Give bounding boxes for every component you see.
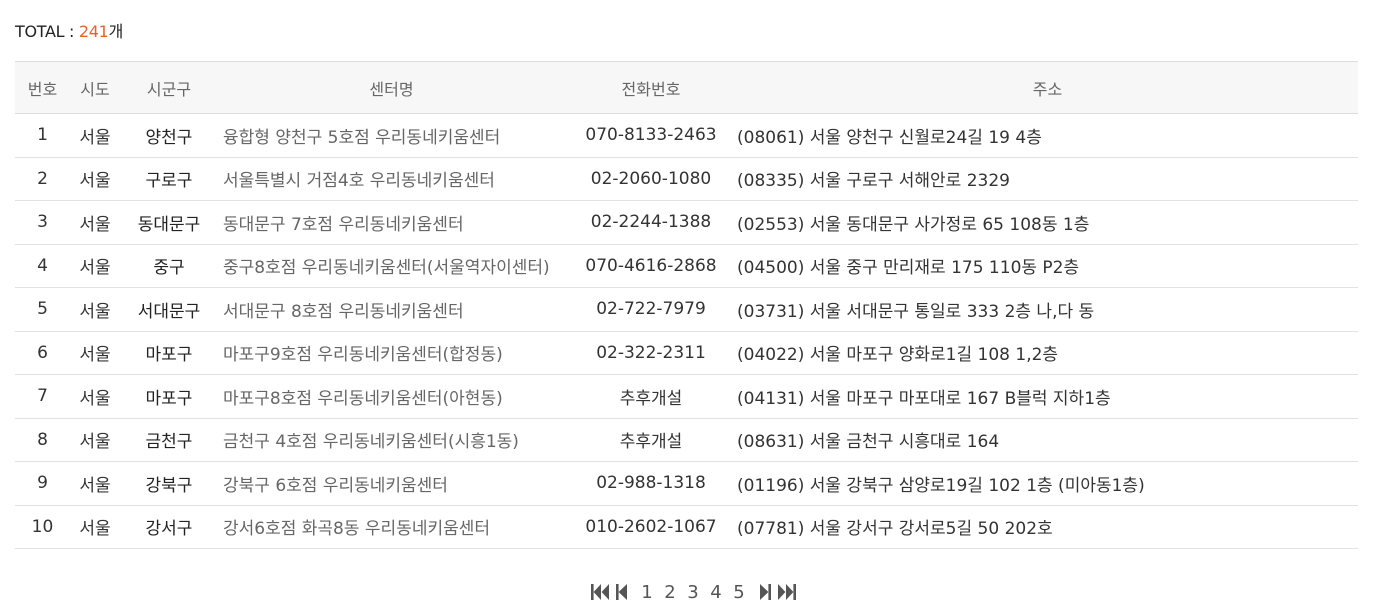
- last-page-icon[interactable]: [775, 580, 797, 604]
- cell-no: 5: [37, 299, 48, 320]
- cell-sigungu: 금천구: [145, 432, 193, 453]
- table-row[interactable]: 5 서울 서대문구 서대문구 8호점 우리동네키움센터 02-722-7979 (0373…: [15, 288, 1358, 331]
- cell-address: (04500) 서울 중구 만리재로 175 110동 P2층: [737, 258, 1080, 279]
- cell-sigungu: 동대문구: [137, 214, 201, 235]
- cell-address: (01196) 서울 강북구 삼양로19길 102 1층 (미아동1층): [737, 475, 1145, 496]
- table-row[interactable]: 9 서울 강북구 강북구 6호점 우리동네키움센터 02-988-1318 (01196)…: [15, 462, 1358, 505]
- header-sido: 시도: [80, 79, 110, 99]
- cell-address: (08631) 서울 금천구 시흥대로 164: [737, 432, 1000, 453]
- cell-sigungu: 강서구: [145, 519, 193, 540]
- cell-no: 3: [37, 212, 48, 233]
- cell-sido: 서울: [79, 171, 111, 192]
- cell-center-name: 융합형 양천구 5호점 우리동네키움센터: [223, 127, 501, 148]
- cell-sigungu: 구로구: [145, 171, 193, 192]
- header-center-name: 센터명: [369, 79, 414, 99]
- cell-phone: 02-2244-1388: [590, 212, 712, 233]
- cell-center-name: 마포구9호점 우리동네키움센터(합정동): [223, 345, 503, 366]
- page: TOTAL : 241개 번호 시도 시군구 센터명 전화번호 주소 1 서울 양천…: [0, 0, 1386, 614]
- cell-sido: 서울: [79, 214, 111, 235]
- cell-no: 10: [31, 516, 54, 537]
- cell-address: (08335) 서울 구로구 서해안로 2329: [737, 171, 1010, 192]
- page-number-3[interactable]: 3: [682, 582, 705, 603]
- total-count: TOTAL : 241개: [15, 18, 123, 42]
- cell-sido: 서울: [79, 519, 111, 540]
- next-page-icon[interactable]: [755, 580, 775, 604]
- table-row[interactable]: 6 서울 마포구 마포구9호점 우리동네키움센터(합정동) 02-322-2311 (04…: [15, 331, 1358, 375]
- cell-no: 2: [37, 168, 48, 189]
- cell-sido: 서울: [79, 301, 111, 322]
- cell-address: (07781) 서울 강서구 강서로5길 50 202호: [737, 519, 1053, 540]
- page-number-5[interactable]: 5: [728, 582, 751, 603]
- cell-phone: 02-322-2311: [596, 342, 706, 363]
- cell-phone: 070-8133-2463: [585, 125, 717, 146]
- cell-phone: 010-2602-1067: [585, 516, 717, 537]
- cell-sigungu: 마포구: [145, 388, 193, 409]
- cell-address: (04022) 서울 마포구 양화로1길 108 1,2층: [737, 345, 1059, 366]
- cell-address: (03731) 서울 서대문구 통일로 333 2층 나,다 동: [737, 301, 1095, 322]
- cell-no: 4: [37, 255, 48, 276]
- page-number-list: 12345: [636, 582, 751, 603]
- header-address: 주소: [1032, 79, 1063, 99]
- cell-phone: 02-2060-1080: [590, 168, 712, 189]
- cell-sido: 서울: [79, 388, 111, 409]
- cell-phone: 070-4616-2868: [585, 255, 717, 276]
- table-row[interactable]: 3 서울 동대문구 동대문구 7호점 우리동네키움센터 02-2244-1388 (025…: [15, 201, 1358, 244]
- cell-sido: 서울: [79, 258, 111, 279]
- cell-center-name: 중구8호점 우리동네키움센터(서울역자이센터): [223, 258, 550, 279]
- cell-no: 7: [37, 386, 48, 407]
- cell-phone: 02-722-7979: [596, 299, 706, 320]
- cell-sido: 서울: [79, 475, 111, 496]
- total-label: TOTAL :: [15, 22, 79, 41]
- page-number-1[interactable]: 1: [636, 582, 659, 603]
- pagination: 12345: [0, 578, 1386, 606]
- header-sigungu: 시군구: [146, 79, 192, 99]
- cell-sido: 서울: [79, 432, 111, 453]
- cell-sigungu: 중구: [153, 258, 185, 279]
- cell-sigungu: 서대문구: [137, 301, 201, 322]
- table-row[interactable]: 8 서울 금천구 금천구 4호점 우리동네키움센터(시흥1동) 추후개설 (08631) …: [15, 418, 1358, 462]
- prev-page-icon[interactable]: [612, 580, 632, 604]
- cell-address: (02553) 서울 동대문구 사가정로 65 108동 1층: [737, 214, 1090, 235]
- cell-sigungu: 마포구: [145, 345, 193, 366]
- cell-no: 1: [37, 125, 48, 146]
- cell-center-name: 서대문구 8호점 우리동네키움센터: [223, 301, 464, 322]
- cell-center-name: 강서6호점 화곡8동 우리동네키움센터: [223, 519, 491, 540]
- total-unit: 개: [108, 22, 124, 41]
- center-table: 번호 시도 시군구 센터명 전화번호 주소 1 서울 양천구 융합형 양천구 5호점 …: [15, 61, 1358, 549]
- cell-phone: 추후개설: [619, 388, 683, 409]
- cell-center-name: 금천구 4호점 우리동네키움센터(시흥1동): [223, 432, 519, 453]
- page-number-4[interactable]: 4: [705, 582, 728, 603]
- page-number-2[interactable]: 2: [659, 582, 682, 603]
- cell-sido: 서울: [79, 345, 111, 366]
- cell-no: 9: [37, 473, 48, 494]
- first-page-icon[interactable]: [590, 580, 612, 604]
- cell-address: (04131) 서울 마포구 마포대로 167 B블럭 지하1층: [737, 388, 1111, 409]
- table-row[interactable]: 7 서울 마포구 마포구8호점 우리동네키움센터(아현동) 추후개설 (04131) 서울…: [15, 375, 1358, 418]
- cell-address: (08061) 서울 양천구 신월로24길 19 4층: [737, 127, 1042, 148]
- cell-sigungu: 양천구: [145, 127, 193, 148]
- cell-no: 6: [37, 342, 48, 363]
- table-row[interactable]: 1 서울 양천구 융합형 양천구 5호점 우리동네키움센터 070-8133-2463 (…: [15, 114, 1358, 157]
- header-phone: 전화번호: [621, 79, 681, 99]
- cell-sido: 서울: [79, 127, 111, 148]
- cell-center-name: 동대문구 7호점 우리동네키움센터: [223, 214, 464, 235]
- cell-no: 8: [37, 429, 48, 450]
- header-no: 번호: [27, 79, 58, 99]
- total-number: 241: [78, 22, 109, 41]
- cell-sigungu: 강북구: [145, 475, 193, 496]
- cell-center-name: 마포구8호점 우리동네키움센터(아현동): [223, 388, 503, 409]
- cell-phone: 추후개설: [619, 432, 683, 453]
- cell-phone: 02-988-1318: [596, 473, 706, 494]
- table-header-row: 번호 시도 시군구 센터명 전화번호 주소: [15, 61, 1358, 114]
- cell-center-name: 강북구 6호점 우리동네키움센터: [223, 475, 448, 496]
- table-row[interactable]: 4 서울 중구 중구8호점 우리동네키움센터(서울역자이센터) 070-4616-286…: [15, 244, 1358, 288]
- table-row[interactable]: 2 서울 구로구 서울특별시 거점4호 우리동네키움센터 02-2060-1080 (08…: [15, 157, 1358, 201]
- cell-center-name: 서울특별시 거점4호 우리동네키움센터: [223, 171, 495, 192]
- table-row[interactable]: 10 서울 강서구 강서6호점 화곡8동 우리동네키움센터 010-2602-1067 (…: [15, 505, 1358, 549]
